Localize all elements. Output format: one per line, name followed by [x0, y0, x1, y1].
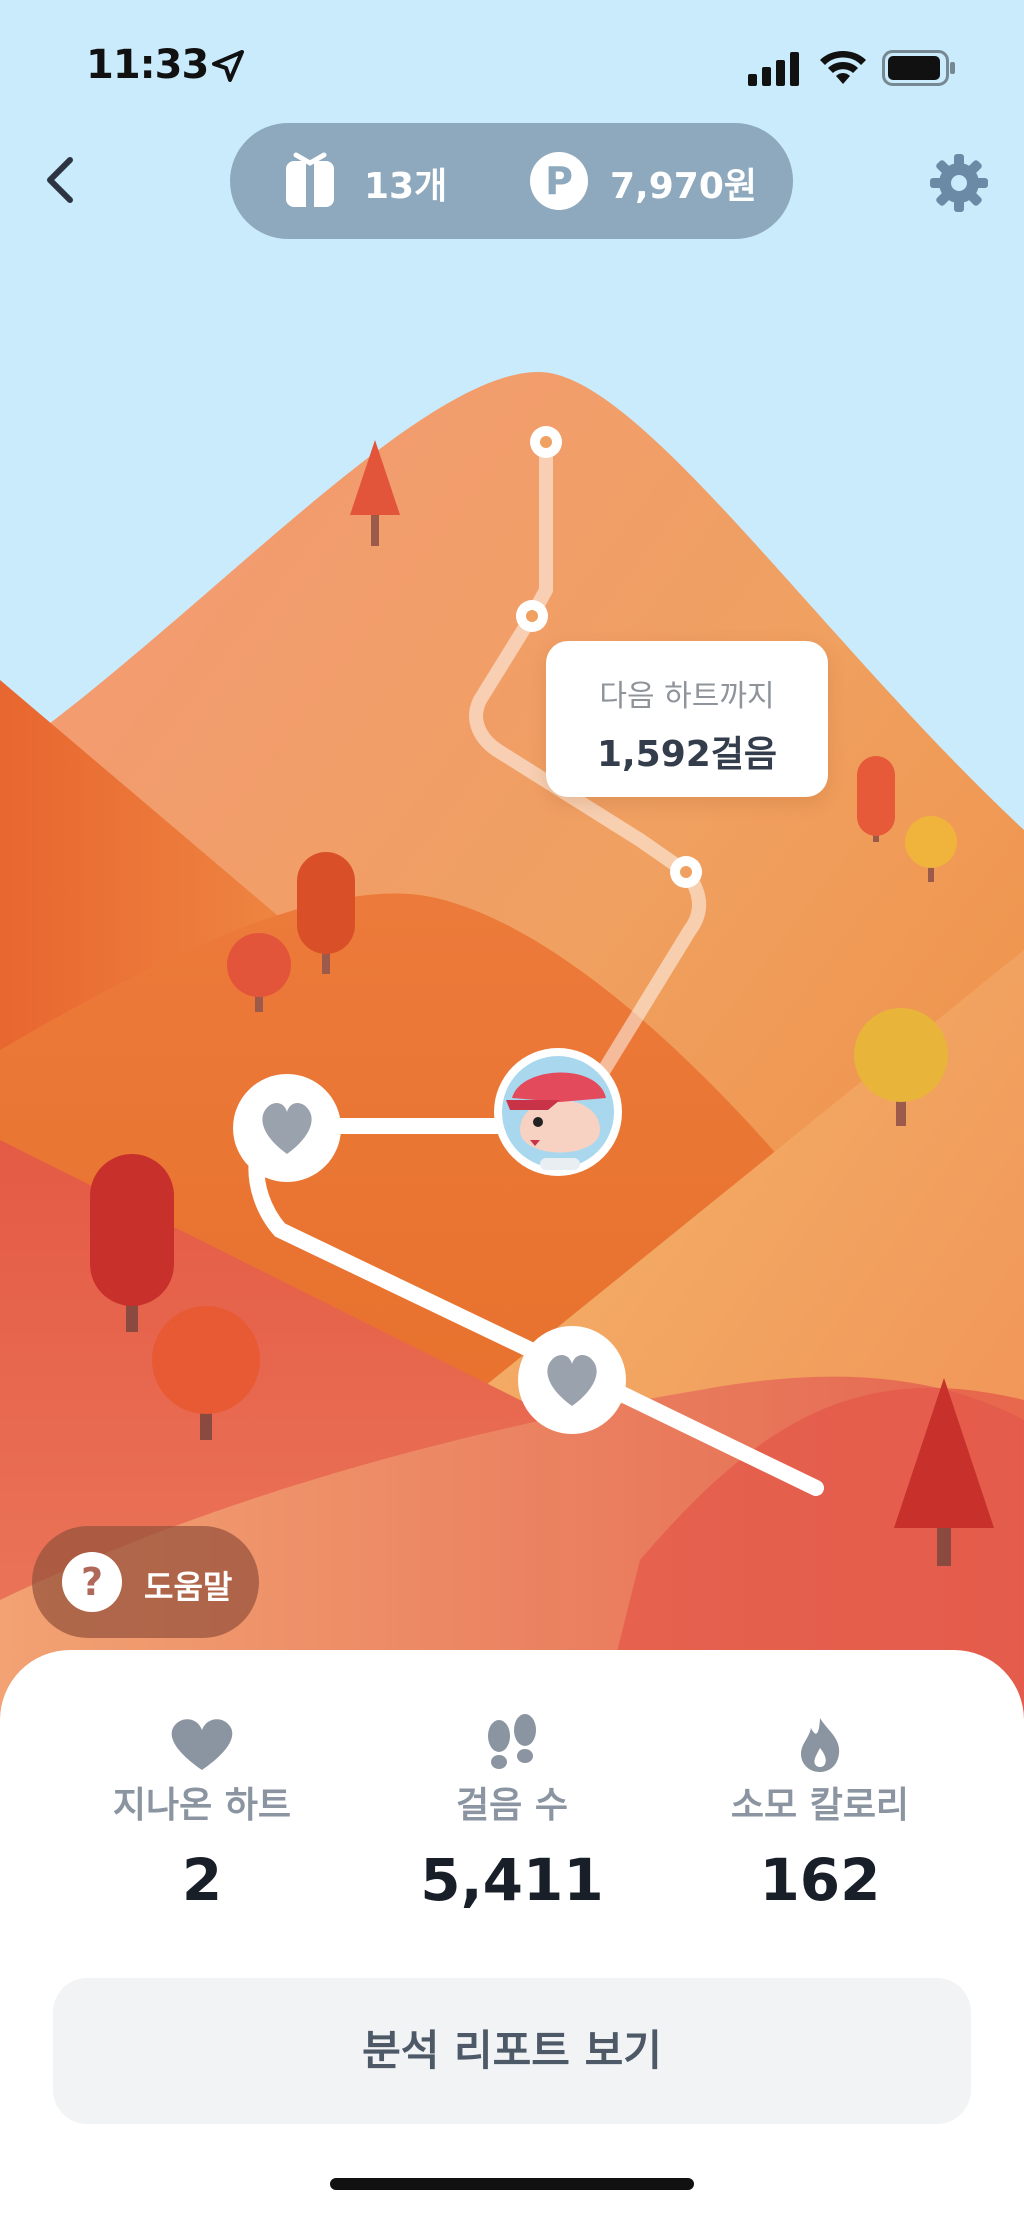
heart-checkpoint — [233, 1074, 341, 1182]
help-button[interactable]: ? 도움말 — [32, 1526, 259, 1638]
walking-map-screen: 11:33 13개 P 7,970원 다음 하트까지 1,592걸음 ? 도움말… — [0, 0, 1024, 2216]
wifi-icon — [820, 51, 866, 84]
cellular-signal-icon — [748, 52, 799, 86]
user-avatar — [494, 1048, 622, 1176]
stat-calories: 소모 칼로리 162 — [690, 1714, 950, 1914]
next-heart-tooltip: 다음 하트까지 1,592걸음 — [546, 641, 828, 797]
next-heart-label: 다음 하트까지 — [599, 679, 775, 714]
location-arrow-icon — [212, 50, 244, 82]
heart-icon — [171, 1719, 233, 1770]
stat-label: 지나온 하트 — [112, 1785, 292, 1826]
stats-sheet: 지나온 하트 2 걸음 수 5,411 소모 칼로리 162 분석 리포트 보기 — [0, 1650, 1024, 2216]
home-indicator[interactable] — [330, 2178, 694, 2190]
steps-to-next-heart: 1,592걸음 — [596, 734, 778, 775]
settings-gear-icon[interactable] — [928, 152, 990, 214]
footprints-icon — [488, 1714, 536, 1769]
mountain-map-illustration — [0, 371, 1024, 1720]
help-label: 도움말 — [144, 1568, 233, 1606]
points-balance: 7,970원 — [610, 166, 757, 207]
stat-value: 5,411 — [420, 1846, 604, 1914]
gift-count: 13개 — [364, 166, 448, 207]
stat-value: 2 — [181, 1846, 223, 1914]
stat-passed-hearts: 지나온 하트 2 — [72, 1714, 332, 1914]
flame-icon — [801, 1718, 840, 1772]
heart-checkpoint — [518, 1326, 626, 1434]
battery-icon — [882, 50, 955, 86]
stat-label: 소모 칼로리 — [730, 1785, 910, 1826]
stat-step-count: 걸음 수 5,411 — [382, 1714, 642, 1914]
view-analysis-report-button[interactable]: 분석 리포트 보기 — [53, 1978, 971, 2124]
gift-box-icon — [286, 152, 334, 209]
rewards-summary-pill[interactable]: 13개 P 7,970원 — [230, 123, 793, 239]
stat-value: 162 — [759, 1846, 881, 1914]
question-icon: ? — [62, 1552, 122, 1612]
stat-label: 걸음 수 — [456, 1785, 568, 1826]
point-icon: P — [530, 152, 588, 210]
status-bar: 11:33 — [0, 0, 1024, 130]
status-time: 11:33 — [86, 42, 209, 88]
back-button[interactable] — [36, 150, 84, 210]
